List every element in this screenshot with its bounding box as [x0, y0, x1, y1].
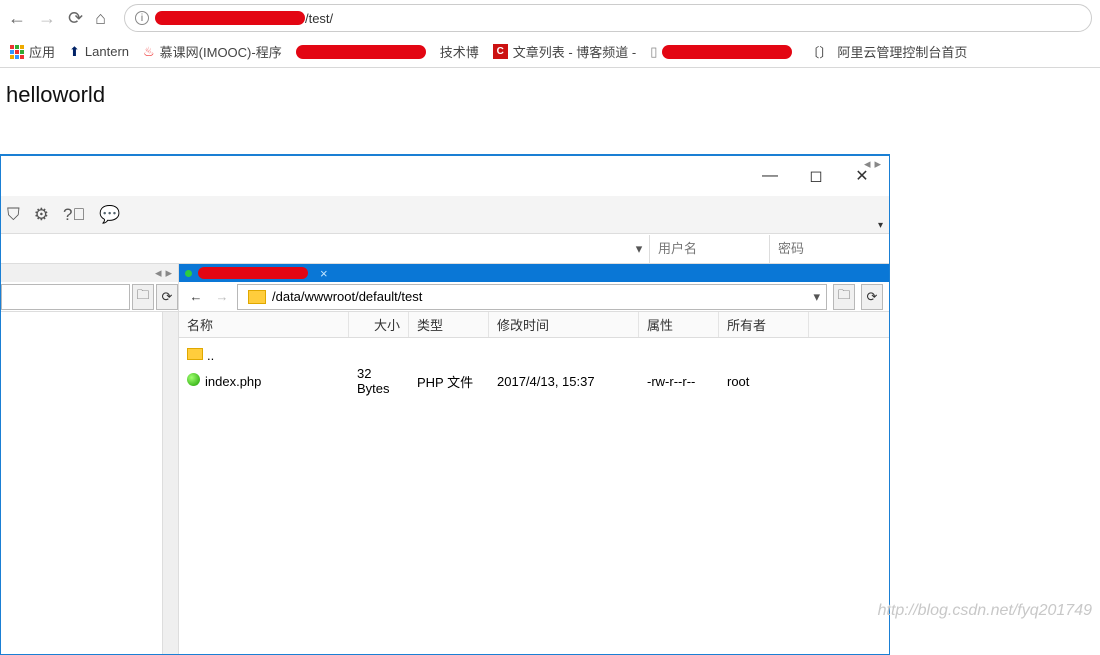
tab-next-icon[interactable]: ▸ [165, 265, 172, 281]
file-perm: -rw-r--r-- [639, 374, 719, 389]
col-mtime[interactable]: 修改时间 [489, 312, 639, 337]
chat-icon[interactable]: 💬 [99, 205, 120, 225]
aliyun-icon: 〔〕 [806, 42, 832, 61]
remote-bookmark-icon[interactable]: 🗀 [833, 284, 855, 310]
php-file-icon [187, 373, 200, 386]
rtab-next-icon[interactable]: ▸ [874, 156, 881, 172]
col-size[interactable]: 大小 [349, 312, 409, 337]
nav-fwd-remote[interactable]: → [211, 286, 233, 308]
nav-back-icon[interactable]: ← [8, 8, 26, 29]
fire-icon: ♨ [143, 44, 155, 60]
local-pane: ◂▸ 🗀 ⟳ [1, 264, 179, 654]
password-input[interactable] [769, 235, 889, 263]
remote-path: /data/wwwroot/default/test [272, 289, 422, 304]
ftp-window: — ◻ ✕ ⛉ ⚙ ?⃝ 💬 ▾ ▾ ◂▸ 🗀 ⟳ [0, 154, 890, 655]
redacted-host-tab [198, 267, 308, 279]
col-type[interactable]: 类型 [409, 312, 489, 337]
page-content: helloworld [0, 68, 1100, 122]
info-icon[interactable]: i [135, 11, 149, 25]
bookmark-redacted[interactable]: ▯ [650, 44, 792, 60]
folder-up-icon [187, 348, 203, 360]
apps-icon [10, 45, 24, 59]
nav-back-remote[interactable]: ← [185, 286, 207, 308]
remote-refresh-icon[interactable]: ⟳ [861, 284, 883, 310]
quick-connect-bar: ▾ [1, 234, 889, 264]
nav-forward-icon[interactable]: → [38, 8, 56, 29]
redacted-bookmark-1 [296, 45, 426, 59]
file-header: 名称 大小 类型 修改时间 属性 所有者 [179, 312, 889, 338]
bookmark-lantern[interactable]: ⬆ Lantern [69, 44, 129, 60]
local-refresh-icon[interactable]: ⟳ [156, 284, 178, 310]
help-icon[interactable]: ?⃝ [63, 205, 85, 225]
file-name: index.php [205, 374, 261, 389]
bookmark-tech[interactable]: 技术博 [440, 42, 479, 61]
local-path-input[interactable] [1, 284, 130, 310]
gear-icon[interactable]: ⚙ [34, 205, 49, 225]
folder-icon [248, 290, 266, 304]
bookmark-imooc[interactable]: ♨ 慕课网(IMOOC)-程序 [143, 42, 282, 61]
username-input[interactable] [649, 235, 769, 263]
redacted-bookmark-2 [662, 45, 792, 59]
path-dropdown-icon[interactable]: ▾ [813, 289, 820, 305]
quick-dropdown[interactable]: ▾ [629, 241, 649, 257]
titlebar: — ◻ ✕ [1, 156, 889, 196]
file-list: .. index.php 32 Bytes PHP 文件 2017/4/13, … [179, 338, 889, 654]
tab-close-icon[interactable]: × [320, 266, 328, 281]
tab-prev-icon[interactable]: ◂ [155, 265, 162, 281]
file-size: 32 Bytes [349, 366, 409, 396]
remote-path-input[interactable]: /data/wwwroot/default/test ▾ [237, 284, 827, 310]
watermark: http://blog.csdn.net/fyq201749 [878, 602, 1092, 620]
remote-tab[interactable]: × ◂▸ [179, 264, 889, 282]
file-owner: root [719, 374, 809, 389]
url-path: /test/ [305, 11, 333, 26]
local-scrollbar[interactable] [162, 312, 178, 654]
bookmarks-bar: 应用 ⬆ Lantern ♨ 慕课网(IMOOC)-程序 技术博 C 文章列表 … [0, 36, 1100, 68]
csdn-icon: C [493, 44, 508, 59]
address-bar[interactable]: i /test/ [124, 4, 1092, 32]
nav-reload-icon[interactable]: ⟳ [68, 8, 83, 29]
local-bookmark-icon[interactable]: 🗀 [132, 284, 154, 310]
bookmark-csdn[interactable]: C 文章列表 - 博客频道 - [493, 42, 637, 61]
file-type: PHP 文件 [409, 372, 489, 391]
redacted-host [155, 11, 305, 25]
chevron-down-icon[interactable]: ▾ [878, 220, 883, 231]
col-name[interactable]: 名称 [179, 312, 349, 337]
file-mtime: 2017/4/13, 15:37 [489, 374, 639, 389]
lantern-icon: ⬆ [69, 44, 80, 60]
col-perm[interactable]: 属性 [639, 312, 719, 337]
rtab-prev-icon[interactable]: ◂ [864, 156, 871, 172]
bookmark-aliyun[interactable]: 〔〕 阿里云管理控制台首页 [806, 42, 967, 61]
connected-icon [185, 270, 192, 277]
maximize-button[interactable]: ◻ [795, 162, 837, 190]
shield-icon[interactable]: ⛉ [7, 205, 20, 225]
parent-dir-row[interactable]: .. [179, 342, 889, 368]
nav-home-icon[interactable]: ⌂ [95, 8, 106, 29]
remote-pane: × ◂▸ ← → /data/wwwroot/default/test ▾ 🗀 … [179, 264, 889, 654]
apps-label: 应用 [29, 42, 55, 61]
ftp-toolbar: ⛉ ⚙ ?⃝ 💬 ▾ [1, 196, 889, 234]
col-owner[interactable]: 所有者 [719, 312, 809, 337]
page-icon: ▯ [650, 44, 657, 60]
apps-button[interactable]: 应用 [10, 42, 55, 61]
minimize-button[interactable]: — [749, 162, 791, 190]
file-row[interactable]: index.php 32 Bytes PHP 文件 2017/4/13, 15:… [179, 368, 889, 394]
